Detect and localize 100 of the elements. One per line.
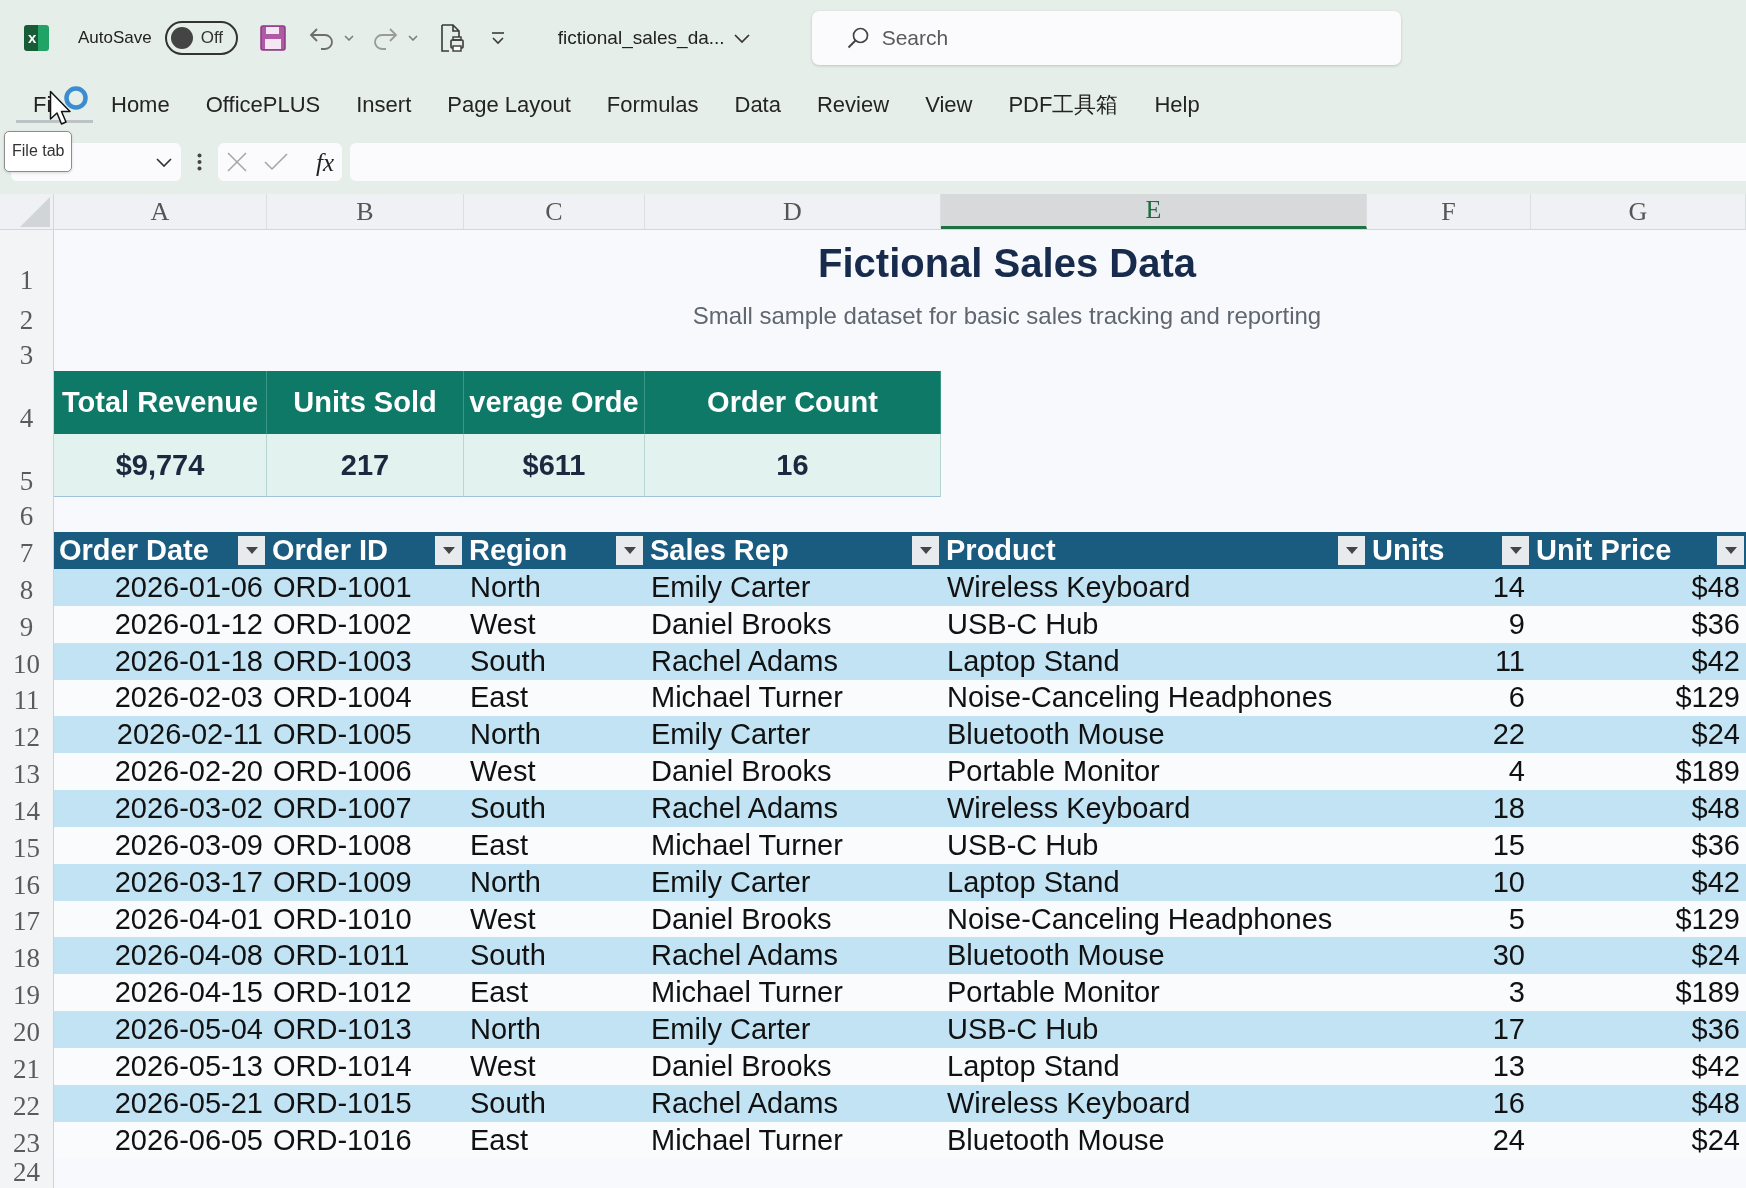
table-cell: 2026-03-02 bbox=[54, 790, 267, 827]
row-number[interactable]: 19 bbox=[0, 974, 54, 1012]
caret-down-icon[interactable] bbox=[1509, 547, 1522, 554]
column-header[interactable]: C bbox=[464, 194, 645, 229]
kpi-value: $9,774 bbox=[54, 434, 267, 497]
pointer-cursor-icon bbox=[49, 90, 71, 126]
filter-button[interactable] bbox=[238, 536, 265, 565]
row-number[interactable]: 9 bbox=[0, 605, 54, 643]
vertical-dots-icon[interactable] bbox=[197, 153, 202, 171]
row-number[interactable]: 24 bbox=[0, 1158, 54, 1188]
chevron-down-icon[interactable] bbox=[733, 33, 750, 43]
ribbon-tab[interactable]: Page Layout bbox=[429, 85, 589, 123]
file-name-button[interactable]: fictional_sales_da... bbox=[557, 27, 750, 49]
undo-icon[interactable] bbox=[307, 26, 335, 50]
ribbon-tab[interactable]: OfficePLUS bbox=[187, 85, 339, 123]
filter-button[interactable] bbox=[1717, 536, 1744, 565]
bar-chevron-icon[interactable] bbox=[489, 31, 506, 45]
row-number[interactable]: 2 bbox=[0, 296, 54, 336]
column-header[interactable]: A bbox=[54, 194, 267, 229]
table-cell: ORD-1003 bbox=[267, 642, 464, 680]
row-number[interactable]: 8 bbox=[0, 569, 54, 606]
filter-button[interactable] bbox=[912, 536, 939, 565]
search-icon bbox=[846, 27, 869, 49]
caret-down-icon[interactable] bbox=[407, 35, 418, 41]
ribbon-tab[interactable]: PDF工具箱 bbox=[990, 85, 1137, 123]
filter-button[interactable] bbox=[1338, 536, 1365, 565]
row-number[interactable]: 17 bbox=[0, 900, 54, 938]
row-number[interactable]: 23 bbox=[0, 1121, 54, 1159]
autosave-label: AutoSave bbox=[78, 28, 152, 48]
table-cell: Laptop Stand bbox=[941, 642, 1367, 680]
ribbon-tab[interactable]: Home bbox=[93, 85, 188, 123]
row-number[interactable]: 22 bbox=[0, 1084, 54, 1122]
busy-ring-icon bbox=[64, 86, 88, 110]
row-number[interactable]: 13 bbox=[0, 753, 54, 791]
row-number[interactable]: 16 bbox=[0, 863, 54, 901]
column-header[interactable]: E bbox=[941, 194, 1367, 229]
column-label: Sales Rep bbox=[650, 536, 789, 565]
column-label: Product bbox=[946, 536, 1056, 565]
column-header[interactable]: F bbox=[1367, 194, 1531, 229]
insert-function-button[interactable]: fx bbox=[315, 149, 334, 175]
table-cell: South bbox=[464, 790, 645, 827]
caret-down-icon[interactable] bbox=[919, 547, 932, 554]
table-cell: North bbox=[464, 863, 645, 901]
filter-button[interactable] bbox=[616, 536, 643, 565]
table-cell: 18 bbox=[1367, 790, 1531, 827]
column-header[interactable]: B bbox=[267, 194, 464, 229]
table-cell: Laptop Stand bbox=[941, 863, 1367, 901]
row-number[interactable]: 3 bbox=[0, 336, 54, 371]
row-number[interactable]: 20 bbox=[0, 1011, 54, 1048]
row-number[interactable]: 14 bbox=[0, 790, 54, 827]
table-cell: 2026-01-18 bbox=[54, 642, 267, 680]
table-cell: ORD-1007 bbox=[267, 790, 464, 827]
row-number[interactable]: 4 bbox=[0, 371, 54, 434]
table-cell: 14 bbox=[1367, 569, 1531, 606]
chevron-down-icon[interactable] bbox=[156, 157, 172, 167]
ribbon-tab[interactable]: Data bbox=[716, 85, 799, 123]
row-number[interactable]: 21 bbox=[0, 1047, 54, 1085]
row-number[interactable]: 18 bbox=[0, 937, 54, 975]
kpi-value: 16 bbox=[645, 434, 941, 497]
ribbon-tab[interactable]: Review bbox=[799, 85, 908, 123]
caret-down-icon[interactable] bbox=[1724, 547, 1737, 554]
filter-button[interactable] bbox=[1502, 536, 1529, 565]
autosave-toggle[interactable]: Off bbox=[164, 21, 238, 55]
table-cell: Rachel Adams bbox=[645, 790, 941, 827]
table-cell: $24 bbox=[1531, 937, 1746, 975]
row-number[interactable]: 7 bbox=[0, 532, 54, 569]
ribbon-tab[interactable]: Formulas bbox=[588, 85, 717, 123]
caret-down-icon[interactable] bbox=[623, 547, 636, 554]
ribbon-tab[interactable]: Help bbox=[1136, 85, 1218, 123]
filter-button[interactable] bbox=[435, 536, 462, 565]
column-label: Order Date bbox=[59, 536, 209, 565]
caret-down-icon[interactable] bbox=[245, 547, 258, 554]
print-preview-icon[interactable] bbox=[439, 24, 464, 52]
ribbon-tab[interactable]: Insert bbox=[338, 85, 430, 123]
table-cell: 2026-01-06 bbox=[54, 569, 267, 606]
caret-down-icon[interactable] bbox=[442, 547, 455, 554]
save-icon[interactable] bbox=[259, 25, 286, 51]
row-number[interactable]: 1 bbox=[0, 230, 54, 296]
row-number[interactable]: 5 bbox=[0, 434, 54, 497]
row-number[interactable]: 11 bbox=[0, 679, 54, 717]
caret-down-icon[interactable] bbox=[343, 35, 354, 41]
row-number[interactable]: 15 bbox=[0, 826, 54, 864]
row-number[interactable]: 6 bbox=[0, 497, 54, 532]
table-cell: North bbox=[464, 716, 645, 754]
table-cell: Wireless Keyboard bbox=[941, 790, 1367, 827]
column-header[interactable]: G bbox=[1531, 194, 1746, 229]
table-cell: Emily Carter bbox=[645, 863, 941, 901]
table-cell: Emily Carter bbox=[645, 1011, 941, 1048]
ribbon-tab[interactable]: View bbox=[907, 85, 991, 123]
table-cell: Wireless Keyboard bbox=[941, 569, 1367, 606]
row-number[interactable]: 10 bbox=[0, 642, 54, 680]
table-cell: Rachel Adams bbox=[645, 1084, 941, 1122]
table-cell: ORD-1011 bbox=[267, 937, 464, 975]
kpi-label: Units Sold bbox=[267, 371, 464, 434]
row-number[interactable]: 12 bbox=[0, 716, 54, 754]
search-field[interactable]: Search bbox=[811, 11, 1401, 65]
caret-down-icon[interactable] bbox=[1345, 547, 1358, 554]
check-icon[interactable] bbox=[264, 153, 288, 171]
table-cell: South bbox=[464, 937, 645, 975]
table-cell: South bbox=[464, 642, 645, 680]
